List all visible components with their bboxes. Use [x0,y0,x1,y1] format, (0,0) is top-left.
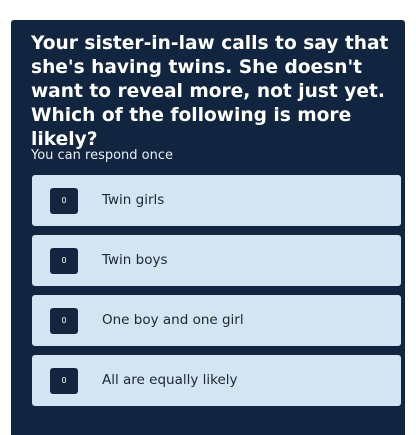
poll-option-boy-and-girl[interactable]: 0 One boy and one girl [32,295,401,346]
response-limit-hint: You can respond once [31,148,174,163]
poll-card: Your sister-in-law calls to say that she… [11,20,405,435]
vote-count-badge: 0 [50,188,78,214]
option-label: Twin girls [102,192,165,208]
poll-option-twin-girls[interactable]: 0 Twin girls [32,175,401,226]
option-label: One boy and one girl [102,312,244,328]
option-label: All are equally likely [102,372,238,388]
poll-options: 0 Twin girls 0 Twin boys 0 One boy and o… [32,175,401,415]
poll-question: Your sister-in-law calls to say that she… [31,33,389,150]
vote-count-badge: 0 [50,308,78,334]
vote-count-badge: 0 [50,248,78,274]
vote-count-badge: 0 [50,368,78,394]
option-label: Twin boys [102,252,168,268]
poll-option-twin-boys[interactable]: 0 Twin boys [32,235,401,286]
poll-option-equally-likely[interactable]: 0 All are equally likely [32,355,401,406]
